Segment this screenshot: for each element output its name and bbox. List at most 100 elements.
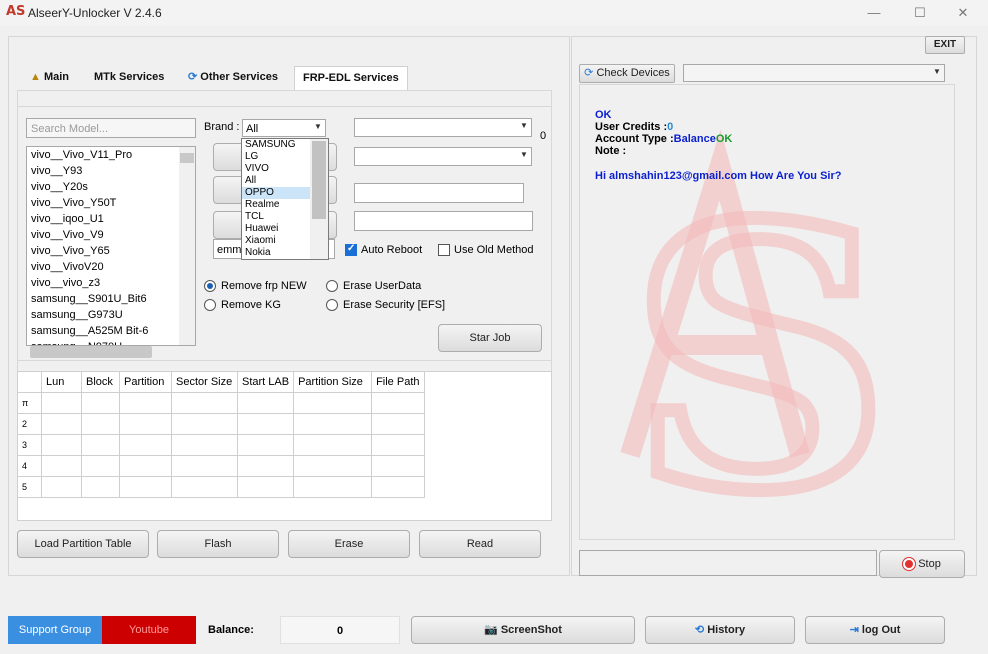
history-button[interactable]: ⟲ History	[645, 616, 795, 644]
row-number: 4	[17, 455, 42, 477]
brand-dropdown-scrollbar[interactable]	[310, 139, 328, 259]
model-list-item[interactable]: samsung__N970U	[27, 339, 195, 345]
read-button[interactable]: Read	[419, 530, 541, 558]
table-cell	[41, 413, 82, 435]
exit-button[interactable]: EXIT	[925, 36, 965, 54]
chevron-down-icon: ▼	[314, 122, 322, 131]
erase-userdata-label: Erase UserData	[343, 280, 422, 292]
file-path-input-2[interactable]	[354, 211, 533, 231]
close-icon[interactable]: ✕	[945, 2, 981, 24]
tab-main[interactable]: ▲ Main	[22, 66, 77, 90]
table-header: Sector Size	[171, 371, 238, 393]
table-cell	[171, 434, 238, 456]
erase-security-label: Erase Security [EFS]	[343, 299, 446, 311]
table-row[interactable]: 4	[17, 455, 425, 477]
model-list-item[interactable]: samsung__A525M Bit-6	[27, 323, 195, 339]
count-label: 0	[540, 130, 547, 142]
table-header: Lun	[41, 371, 82, 393]
brand-option[interactable]: Huawei	[242, 223, 310, 235]
table-cell	[41, 434, 82, 456]
erase-userdata-radio[interactable]	[326, 280, 338, 292]
table-cell	[119, 434, 172, 456]
brand-option[interactable]: Xiaomi	[242, 235, 310, 247]
table-cell	[171, 455, 238, 477]
stop-button[interactable]: Stop	[879, 550, 965, 578]
chevron-down-icon: ▼	[933, 67, 941, 76]
model-list-hscroll[interactable]	[30, 346, 152, 358]
brand-option[interactable]: OPPO	[242, 187, 310, 199]
table-cell	[41, 455, 82, 477]
model-list-item[interactable]: samsung__S901U_Bit6	[27, 291, 195, 307]
log-box: S OK User Credits :0 Account Type :Balan…	[579, 84, 955, 540]
model-list-item[interactable]: vivo__VivoV20	[27, 259, 195, 275]
camera-icon: 📷	[484, 624, 498, 636]
table-header: Partition	[119, 371, 172, 393]
row-number: 5	[17, 476, 42, 498]
table-cell	[236, 434, 295, 456]
brand-option[interactable]: Realme	[242, 199, 310, 211]
youtube-button[interactable]: Youtube	[102, 616, 196, 644]
logout-button[interactable]: ⇥ log Out	[805, 616, 945, 644]
model-list-item[interactable]: vivo__Y20s	[27, 179, 195, 195]
table-row[interactable]: 5	[17, 476, 425, 498]
model-list-item[interactable]: vivo__Vivo_Y50T	[27, 195, 195, 211]
brand-label: Brand :	[204, 121, 240, 133]
log-credits: User Credits :0	[595, 121, 674, 133]
brand-option[interactable]: VIVO	[242, 163, 310, 175]
loader-select[interactable]: ▼	[354, 147, 532, 166]
refresh-icon: ⟳	[584, 67, 594, 79]
load-partition-table-button[interactable]: Load Partition Table	[17, 530, 149, 558]
chevron-down-icon: ▼	[520, 121, 528, 130]
table-row[interactable]: π	[17, 392, 425, 414]
model-list-item[interactable]: samsung__G973U	[27, 307, 195, 323]
brand-option[interactable]: All	[242, 175, 310, 187]
erase-security-radio[interactable]	[326, 299, 338, 311]
erase-button[interactable]: Erase	[288, 530, 410, 558]
support-group-button[interactable]: Support Group	[8, 616, 102, 644]
progress-bar	[579, 550, 877, 576]
port-select[interactable]: ▼	[354, 118, 532, 137]
use-old-method-checkbox[interactable]	[438, 244, 450, 256]
check-devices-button[interactable]: ⟳ Check Devices	[579, 64, 675, 83]
table-cell	[119, 476, 172, 498]
model-list-scrollbar[interactable]	[179, 147, 195, 345]
search-model-input[interactable]: Search Model...	[26, 118, 196, 138]
table-row[interactable]: 3	[17, 434, 425, 456]
minimize-icon[interactable]: —	[856, 2, 892, 24]
table-cell	[236, 413, 295, 435]
table-cell	[119, 392, 172, 414]
device-select[interactable]: ▼	[683, 64, 945, 82]
tab-other-services[interactable]: ⟳ Other Services	[180, 66, 286, 90]
brand-select[interactable]: All ▼	[242, 119, 326, 137]
model-list-item[interactable]: vivo__vivo_z3	[27, 275, 195, 291]
remove-frp-new-radio[interactable]	[204, 280, 216, 292]
file-path-input-1[interactable]	[354, 183, 524, 203]
brand-option[interactable]: TCL	[242, 211, 310, 223]
brand-option[interactable]: SAMSUNG	[242, 139, 310, 151]
model-list-item[interactable]: vivo__Y93	[27, 163, 195, 179]
model-list-item[interactable]: vivo__Vivo_V11_Pro	[27, 147, 195, 163]
brand-option[interactable]: LG	[242, 151, 310, 163]
log-account-type: Account Type :BalanceOK	[595, 133, 733, 145]
star-job-button[interactable]: Star Job	[438, 324, 542, 352]
table-cell	[81, 434, 120, 456]
model-list-item[interactable]: vivo__Vivo_Y65	[27, 243, 195, 259]
log-greeting: Hi almshahin123@gmail.com How Are You Si…	[595, 170, 842, 182]
brand-option[interactable]: Nokia	[242, 247, 310, 259]
tab-frp-edl-services[interactable]: FRP-EDL Services	[294, 66, 408, 90]
tab-mtk-services[interactable]: MTk Services	[86, 66, 172, 90]
auto-reboot-checkbox[interactable]	[345, 243, 357, 256]
model-list-item[interactable]: vivo__iqoo_U1	[27, 211, 195, 227]
table-row[interactable]: 2	[17, 413, 425, 435]
maximize-icon[interactable]: ☐	[902, 2, 938, 24]
remove-kg-radio[interactable]	[204, 299, 216, 311]
model-list-item[interactable]: vivo__Vivo_V9	[27, 227, 195, 243]
table-cell	[171, 476, 238, 498]
table-cell	[171, 392, 238, 414]
chevron-down-icon: ▼	[520, 150, 528, 159]
screenshot-button[interactable]: 📷 ScreenShot	[411, 616, 635, 644]
flash-button[interactable]: Flash	[157, 530, 279, 558]
model-list[interactable]: vivo__Vivo_V11_Pro vivo__Y93 vivo__Y20s viv…	[26, 146, 196, 346]
table-header: File Path	[371, 371, 425, 393]
dragon-watermark: S	[620, 129, 897, 535]
